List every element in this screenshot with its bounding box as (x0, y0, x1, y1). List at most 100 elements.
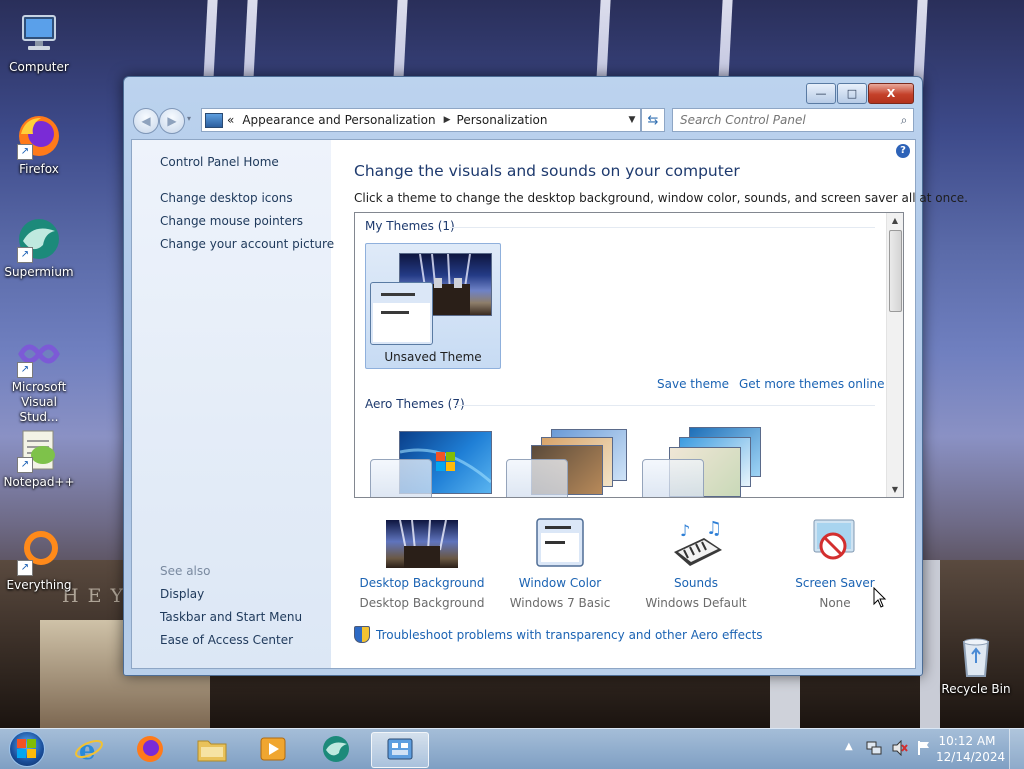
ease-of-access-link[interactable]: Ease of Access Center (160, 633, 293, 647)
troubleshoot-aero-link[interactable]: Troubleshoot problems with transparency … (354, 626, 763, 643)
taskbar-firefox[interactable] (123, 732, 177, 766)
sounds-item[interactable]: ♪ ♫ Sounds Windows Default (626, 518, 766, 610)
shortcut-arrow-icon: ↗ (17, 247, 33, 263)
divider (450, 227, 875, 228)
window-color-item[interactable]: Window Color Windows 7 Basic (490, 518, 630, 610)
breadcrumb-appearance[interactable]: Appearance and Personalization (242, 113, 435, 127)
scroll-thumb[interactable] (889, 230, 902, 312)
system-clock[interactable]: 10:12 AM 12/14/2024 (936, 733, 1006, 765)
control-panel-home-link[interactable]: Control Panel Home (160, 155, 279, 169)
get-more-themes-link[interactable]: Get more themes online (739, 377, 885, 391)
desktop-background-icon (386, 518, 458, 568)
search-icon[interactable]: ⌕ (895, 113, 913, 128)
volume-muted-icon[interactable] (891, 739, 909, 759)
refresh-button[interactable]: ⇆ (641, 108, 665, 132)
sounds-link[interactable]: Sounds (626, 576, 766, 590)
forward-button[interactable]: ▶ (159, 108, 185, 134)
save-theme-link[interactable]: Save theme (657, 377, 729, 391)
close-button[interactable]: X (868, 83, 914, 104)
desktop-icon-firefox[interactable]: ↗ Firefox (0, 112, 78, 177)
search-input[interactable] (673, 112, 895, 128)
window-color-link[interactable]: Window Color (490, 576, 630, 590)
page-title: Change the visuals and sounds on your co… (354, 162, 740, 180)
shortcut-arrow-icon: ↗ (17, 560, 33, 576)
supermium-icon: ↗ (15, 215, 63, 263)
shortcut-arrow-icon: ↗ (17, 144, 33, 160)
taskbar: e ▲ 10:12 AM 12/14/2024 (0, 728, 1024, 769)
help-icon[interactable]: ? (896, 144, 910, 158)
scroll-up-icon[interactable]: ▲ (887, 213, 903, 228)
logo-part (17, 749, 26, 758)
address-dropdown-icon[interactable]: ▼ (624, 115, 640, 125)
breadcrumb-overflow[interactable]: « (227, 113, 234, 127)
preview-bar (381, 293, 415, 296)
svg-text:♫: ♫ (706, 518, 722, 539)
search-box[interactable]: ⌕ (672, 108, 914, 132)
unsaved-theme-label: Unsaved Theme (384, 350, 482, 364)
sounds-value: Windows Default (645, 596, 747, 610)
desktop-icon-computer[interactable]: Computer (0, 10, 78, 75)
network-icon[interactable] (866, 740, 882, 759)
taskbar-control-panel[interactable] (371, 732, 429, 768)
desktop-background-value: Desktop Background (359, 596, 485, 610)
clock-date: 12/14/2024 (936, 750, 1006, 764)
uac-shield-icon (354, 626, 370, 643)
aero-theme-characters[interactable] (641, 425, 771, 497)
taskbar-internet-explorer[interactable]: e (62, 732, 116, 766)
show-desktop-button[interactable] (1009, 729, 1024, 769)
screen-saver-icon (799, 518, 871, 568)
svg-text:♪: ♪ (680, 521, 690, 540)
recent-pages-icon[interactable]: ▾ (187, 114, 191, 123)
minimize-button[interactable]: — (806, 83, 836, 104)
start-button[interactable] (4, 730, 50, 768)
control-panel-icon (387, 738, 413, 760)
maximize-button[interactable]: □ (837, 83, 867, 104)
desktop-icon-visual-studio[interactable]: ↗ Microsoft Visual Stud... (0, 330, 78, 425)
windows-logo-icon (9, 731, 45, 767)
desktop-background-link[interactable]: Desktop Background (352, 576, 492, 590)
change-account-picture-link[interactable]: Change your account picture (160, 237, 334, 251)
unsaved-theme-card[interactable]: Unsaved Theme (365, 243, 501, 369)
display-link[interactable]: Display (160, 587, 204, 601)
back-button[interactable]: ◀ (133, 108, 159, 134)
scroll-down-icon[interactable]: ▼ (887, 482, 903, 497)
internet-explorer-icon: e (75, 736, 103, 764)
change-desktop-icons-link[interactable]: Change desktop icons (160, 191, 293, 205)
aero-theme-architecture[interactable] (505, 425, 631, 497)
window-controls: — □ X (806, 83, 914, 104)
shortcut-arrow-icon: ↗ (17, 457, 33, 473)
everything-icon: ↗ (15, 528, 63, 576)
desktop-icon-notepadpp[interactable]: ↗ Notepad++ (0, 425, 78, 490)
action-center-flag-icon[interactable] (916, 740, 932, 759)
shortcut-arrow-icon: ↗ (17, 362, 33, 378)
desktop-background-item[interactable]: Desktop Background Desktop Background (352, 518, 492, 610)
desktop-icon-supermium[interactable]: ↗ Supermium (0, 215, 78, 280)
media-player-icon (260, 737, 286, 761)
show-hidden-icons-icon[interactable]: ▲ (845, 741, 853, 752)
themes-scrollbar[interactable]: ▲ ▼ (886, 213, 903, 497)
taskbar-supermium[interactable] (309, 732, 363, 766)
aero-theme-windows7[interactable] (369, 431, 495, 497)
window-color-preview (642, 459, 704, 497)
supermium-icon (323, 736, 349, 762)
logo-part (27, 739, 36, 748)
window-color-value: Windows 7 Basic (509, 596, 611, 610)
desktop-icon-everything[interactable]: ↗ Everything (0, 528, 78, 593)
change-mouse-pointers-link[interactable]: Change mouse pointers (160, 214, 303, 228)
desktop-icon-label: Firefox (19, 162, 59, 176)
main-pane: ? Change the visuals and sounds on your … (331, 140, 968, 668)
window-color-preview (370, 282, 433, 345)
breadcrumb-separator-icon[interactable]: ▶ (444, 115, 451, 125)
firefox-icon: ↗ (15, 112, 63, 160)
content-area: Control Panel Home Change desktop icons … (131, 139, 968, 669)
address-bar[interactable]: « Appearance and Personalization ▶ Perso… (201, 108, 641, 132)
taskbar-explorer[interactable] (185, 732, 239, 766)
taskbar-start-menu-link[interactable]: Taskbar and Start Menu (160, 610, 302, 624)
clock-time: 10:12 AM (938, 734, 996, 748)
desktop-icon-label: Recycle Bin (941, 682, 1011, 696)
desktop-icon-recycle-bin[interactable]: Recycle Bin (937, 632, 1015, 697)
breadcrumb-personalization[interactable]: Personalization (457, 113, 548, 127)
aero-themes-heading: Aero Themes (7) (365, 397, 465, 411)
mouse-cursor-icon (873, 586, 887, 612)
taskbar-media-player[interactable] (246, 732, 300, 766)
